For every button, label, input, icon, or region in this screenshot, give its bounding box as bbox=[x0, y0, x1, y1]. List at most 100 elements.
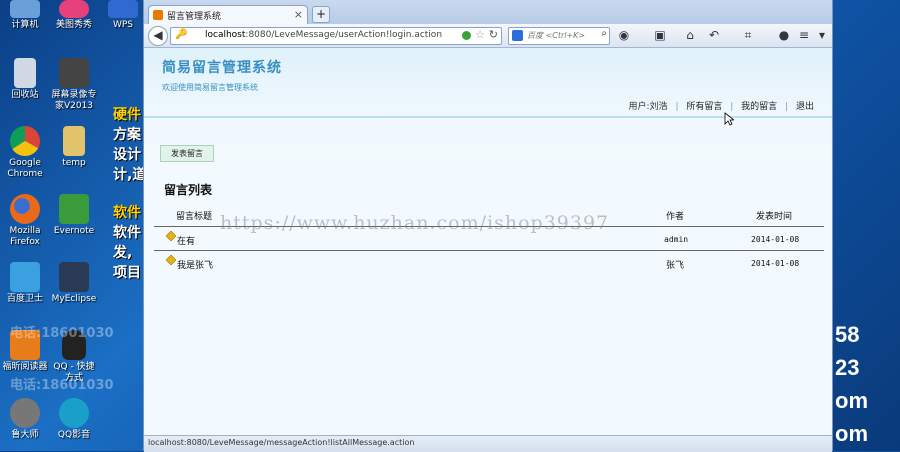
home-icon[interactable]: ⌂ bbox=[682, 27, 698, 43]
ad-text: 设计 bbox=[113, 147, 141, 163]
column-header-author: 作者 bbox=[666, 212, 685, 222]
ad-text: 发, bbox=[113, 245, 133, 261]
desktop-icon-label: 鲁大师 bbox=[11, 430, 39, 440]
meitu-icon bbox=[59, 0, 89, 18]
desktop-icon-wps[interactable]: WPS bbox=[98, 0, 148, 31]
firefox-icon bbox=[10, 194, 40, 224]
web-page: 简易留言管理系统 欢迎使用简易留言管理系统 用户:刘浩 | 所有留言 | 我的留… bbox=[144, 48, 832, 435]
desktop-icon-qq-player[interactable]: QQ影音 bbox=[49, 398, 99, 441]
search-engine-icon[interactable] bbox=[512, 30, 523, 41]
desktop-icon-label: Google Chrome bbox=[7, 158, 43, 179]
reload-icon[interactable]: ↻ bbox=[489, 28, 498, 41]
tab-title: 留言管理系统 bbox=[167, 12, 222, 22]
column-header-title: 留言标题 bbox=[176, 212, 213, 222]
search-input[interactable] bbox=[527, 29, 592, 41]
side-number: 23 bbox=[835, 355, 860, 380]
navigation-toolbar: ◀ 🔑 localhost:8080/LeveMessage/userActio… bbox=[144, 24, 832, 48]
favicon-icon bbox=[153, 10, 163, 20]
ad-text: 方案 bbox=[113, 127, 141, 143]
search-icon[interactable]: ⌕ bbox=[601, 28, 607, 39]
desktop-icon-meitu[interactable]: 美图秀秀 bbox=[49, 0, 99, 31]
go-icon[interactable] bbox=[462, 31, 471, 40]
desktop-icon-baidu-guard[interactable]: 百度卫士 bbox=[0, 262, 50, 305]
chrome-icon bbox=[10, 126, 40, 156]
message-author: 张飞 bbox=[666, 261, 685, 271]
url-path: :8080/LeveMessage/userAction!login.actio… bbox=[245, 30, 443, 40]
myeclipse-icon bbox=[59, 262, 89, 292]
ad-text: 软件 bbox=[113, 225, 141, 241]
mouse-cursor-icon bbox=[724, 112, 734, 126]
address-bar[interactable]: 🔑 localhost:8080/LeveMessage/userAction!… bbox=[170, 27, 502, 45]
post-message-button[interactable]: 发表留言 bbox=[160, 145, 214, 162]
message-date: 2014-01-08 bbox=[751, 259, 800, 268]
row-divider bbox=[154, 250, 824, 251]
desktop-icon-label: Evernote bbox=[53, 226, 95, 236]
url-text: localhost:8080/LeveMessage/userAction!lo… bbox=[205, 30, 442, 40]
url-host: localhost bbox=[205, 30, 246, 40]
desktop-icon-screen-recorder[interactable]: 屏幕录像专家V2013 bbox=[49, 58, 99, 112]
evernote-icon bbox=[59, 194, 89, 224]
desktop-icon-temp[interactable]: temp bbox=[49, 126, 99, 169]
computer-icon bbox=[10, 0, 40, 18]
desktop-icon-label: 回收站 bbox=[11, 90, 39, 100]
desktop-icon-label: 屏幕录像专家V2013 bbox=[51, 90, 97, 111]
side-watermark: 电话:18601030 bbox=[10, 326, 114, 341]
qq-player-icon bbox=[59, 398, 89, 428]
user-nav: 用户:刘浩 | 所有留言 | 我的留言 | 退出 bbox=[628, 102, 814, 112]
ad-text: 硬件 bbox=[113, 107, 141, 123]
star-icon[interactable]: ☆ bbox=[475, 28, 485, 41]
message-list-title: 留言列表 bbox=[164, 183, 213, 197]
tab-bar: 留言管理系统 × + bbox=[144, 0, 832, 25]
search-bar[interactable]: ⌕ bbox=[508, 27, 610, 45]
nav-logout[interactable]: 退出 bbox=[796, 102, 814, 112]
watermark-text: https://www.huzhan.com/ishop39397 bbox=[220, 212, 610, 234]
addon-icon[interactable]: ◉ bbox=[616, 27, 632, 43]
site-subtitle: 欢迎使用简易留言管理系统 bbox=[162, 83, 258, 92]
nav-all-messages[interactable]: 所有留言 bbox=[686, 102, 722, 112]
column-header-date: 发表时间 bbox=[756, 212, 793, 222]
status-url: localhost:8080/LeveMessage/messageAction… bbox=[148, 438, 415, 447]
desktop-icon-label: temp bbox=[62, 158, 86, 168]
back-button[interactable]: ◀ bbox=[148, 26, 168, 46]
desktop-icon-label: WPS bbox=[112, 20, 134, 30]
desktop-icon-label: 计算机 bbox=[11, 20, 39, 30]
ad-text: 计,道 bbox=[113, 167, 147, 183]
close-icon[interactable]: × bbox=[294, 8, 303, 21]
desktop-icon-evernote[interactable]: Evernote bbox=[49, 194, 99, 237]
chevron-down-icon[interactable]: ▾ bbox=[814, 27, 830, 43]
crop-icon[interactable]: ⌗ bbox=[740, 27, 756, 43]
desktop-icon-label: MyEclipse bbox=[51, 294, 97, 304]
undo-icon[interactable]: ↶ bbox=[706, 27, 722, 43]
desktop-icon-myeclipse[interactable]: MyEclipse bbox=[49, 262, 99, 305]
nav-my-messages[interactable]: 我的留言 bbox=[741, 102, 777, 112]
desktop-icon-recycle-bin[interactable]: 回收站 bbox=[0, 58, 50, 101]
message-date: 2014-01-08 bbox=[751, 235, 800, 244]
diamond-bullet-icon bbox=[165, 230, 177, 242]
key-icon: 🔑 bbox=[175, 29, 188, 40]
desktop-icon-label: Mozilla Firefox bbox=[9, 226, 41, 247]
desktop-icon-label: 百度卫士 bbox=[6, 294, 43, 304]
desktop-icon-ludashi[interactable]: 鲁大师 bbox=[0, 398, 50, 441]
tab-active[interactable]: 留言管理系统 × bbox=[148, 5, 308, 25]
shield-icon bbox=[10, 262, 40, 292]
side-watermark: 电话:18601030 bbox=[10, 378, 114, 393]
menu-icon[interactable]: ≡ bbox=[796, 27, 812, 43]
site-title: 简易留言管理系统 bbox=[162, 60, 282, 76]
user-label: 用户:刘浩 bbox=[628, 102, 668, 112]
chat-icon[interactable]: ● bbox=[776, 27, 792, 43]
new-tab-button[interactable]: + bbox=[312, 6, 330, 23]
desktop-icon-label: QQ影音 bbox=[57, 430, 91, 440]
folder-icon bbox=[63, 126, 85, 156]
side-number: om bbox=[835, 421, 868, 446]
recycle-bin-icon bbox=[14, 58, 36, 88]
desktop-icon-computer[interactable]: 计算机 bbox=[0, 0, 50, 31]
message-title-link[interactable]: 在有 bbox=[177, 234, 195, 247]
message-title-link[interactable]: 我是张飞 bbox=[177, 258, 213, 271]
desktop-icon-chrome[interactable]: Google Chrome bbox=[0, 126, 50, 180]
status-bar: localhost:8080/LeveMessage/messageAction… bbox=[144, 435, 832, 452]
desktop-icon-label: 美图秀秀 bbox=[55, 20, 92, 30]
side-number: om bbox=[835, 388, 868, 413]
desktop-icon-firefox[interactable]: Mozilla Firefox bbox=[0, 194, 50, 248]
ad-text: 软件 bbox=[113, 205, 141, 221]
window-icon[interactable]: ▣ bbox=[652, 27, 668, 43]
